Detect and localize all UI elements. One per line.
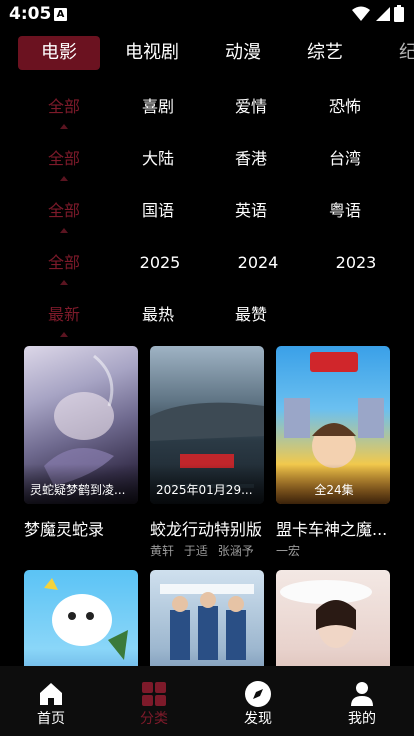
- movie-card[interactable]: 灵蛇疑梦鹤到凌... 梦魔灵蛇录: [24, 346, 138, 566]
- movie-card[interactable]: [24, 570, 138, 666]
- bottom-navigation: 首页 分类 发现 我的: [0, 666, 414, 736]
- filter-language-all[interactable]: 全部: [34, 200, 94, 222]
- filter-row-language: 全部 国语 英语 粤语: [0, 200, 414, 240]
- filter-genre-all[interactable]: 全部: [34, 96, 94, 118]
- poster-badge: 灵蛇疑梦鹤到凌...: [30, 483, 126, 497]
- actor-name: 一宏: [276, 544, 301, 558]
- poster-image: 2025年01月29...: [150, 346, 264, 504]
- status-bar: 4:05 A: [0, 0, 414, 28]
- poster-badge: 2025年01月29...: [156, 483, 253, 497]
- selected-caret-icon: [60, 124, 68, 129]
- notification-a-icon: A: [54, 8, 67, 21]
- poster-image: 灵蛇疑梦鹤到凌...: [24, 346, 138, 504]
- selected-caret-icon: [60, 228, 68, 233]
- movie-title: 梦魔灵蛇录: [24, 520, 105, 539]
- filter-genre-romance[interactable]: 爱情: [221, 96, 281, 118]
- filter-region-hongkong[interactable]: 香港: [221, 148, 281, 170]
- actor-list: 黄轩 于适 张涵予: [150, 542, 260, 559]
- wifi-icon: [352, 6, 370, 21]
- actor-list: 一宏: [276, 542, 306, 559]
- sort-most-liked[interactable]: 最赞: [221, 304, 281, 326]
- poster-badge: 全24集: [314, 483, 354, 497]
- filter-row-year: 全部 2025 2024 2023: [0, 252, 414, 292]
- filter-row-genre: 全部 喜剧 爱情 恐怖: [0, 96, 414, 136]
- filter-year-2023[interactable]: 2023: [326, 252, 386, 274]
- filter-row-region: 全部 大陆 香港 台湾: [0, 148, 414, 188]
- nav-discover[interactable]: 发现: [228, 666, 288, 736]
- filter-row-sort: 最新 最热 最赞: [0, 304, 414, 344]
- nav-home-label: 首页: [37, 711, 65, 727]
- actor-name: 张涵予: [217, 544, 254, 558]
- movie-card[interactable]: [276, 570, 390, 666]
- filter-year-2025[interactable]: 2025: [130, 252, 190, 274]
- home-icon: [40, 683, 62, 705]
- poster-image: [276, 570, 390, 666]
- grid-icon: [142, 682, 166, 706]
- category-tabs: 电影 电视剧 动漫 综艺 纪: [0, 32, 414, 76]
- battery-icon: [394, 5, 404, 22]
- tab-tv-series[interactable]: 电视剧: [118, 36, 186, 70]
- movie-card[interactable]: 2025年01月29... 蛟龙行动特别版 黄轩 于适 张涵予: [150, 346, 264, 566]
- user-icon: [351, 682, 373, 706]
- compass-icon: [245, 681, 271, 707]
- movie-title: 盟卡车神之魔...: [276, 520, 388, 539]
- filter-language-cantonese[interactable]: 粤语: [315, 200, 375, 222]
- tab-documentary[interactable]: 纪: [388, 36, 414, 70]
- tab-variety[interactable]: 综艺: [296, 36, 354, 70]
- nav-home[interactable]: 首页: [21, 666, 81, 736]
- tab-movie[interactable]: 电影: [18, 36, 100, 70]
- nav-profile[interactable]: 我的: [332, 666, 392, 736]
- nav-category-label: 分类: [140, 711, 168, 727]
- poster-image: [24, 570, 138, 666]
- status-time: 4:05: [9, 4, 52, 24]
- filter-region-all[interactable]: 全部: [34, 148, 94, 170]
- actor-name: 黄轩: [150, 544, 175, 558]
- filter-genre-comedy[interactable]: 喜剧: [128, 96, 188, 118]
- sort-newest[interactable]: 最新: [34, 304, 94, 326]
- filter-region-mainland[interactable]: 大陆: [128, 148, 188, 170]
- filter-genre-horror[interactable]: 恐怖: [315, 96, 375, 118]
- selected-caret-icon: [60, 332, 68, 337]
- poster-image: [150, 570, 264, 666]
- movie-card[interactable]: [150, 570, 264, 666]
- actor-name: 于适: [183, 544, 208, 558]
- nav-profile-label: 我的: [348, 711, 376, 727]
- movie-card[interactable]: 全24集 盟卡车神之魔... 一宏: [276, 346, 390, 566]
- sort-hottest[interactable]: 最热: [128, 304, 188, 326]
- selected-caret-icon: [60, 280, 68, 285]
- nav-discover-label: 发现: [244, 711, 272, 727]
- poster-image: 全24集: [276, 346, 390, 504]
- filter-language-mandarin[interactable]: 国语: [128, 200, 188, 222]
- filter-language-english[interactable]: 英语: [221, 200, 281, 222]
- status-icons: [352, 5, 404, 22]
- selected-caret-icon: [60, 176, 68, 181]
- movie-title: 蛟龙行动特别版: [150, 520, 263, 539]
- filter-year-2024[interactable]: 2024: [228, 252, 288, 274]
- nav-category[interactable]: 分类: [124, 666, 184, 736]
- tab-anime[interactable]: 动漫: [214, 36, 272, 70]
- filter-region-taiwan[interactable]: 台湾: [315, 148, 375, 170]
- signal-icon: [376, 6, 390, 21]
- filter-year-all[interactable]: 全部: [34, 252, 94, 274]
